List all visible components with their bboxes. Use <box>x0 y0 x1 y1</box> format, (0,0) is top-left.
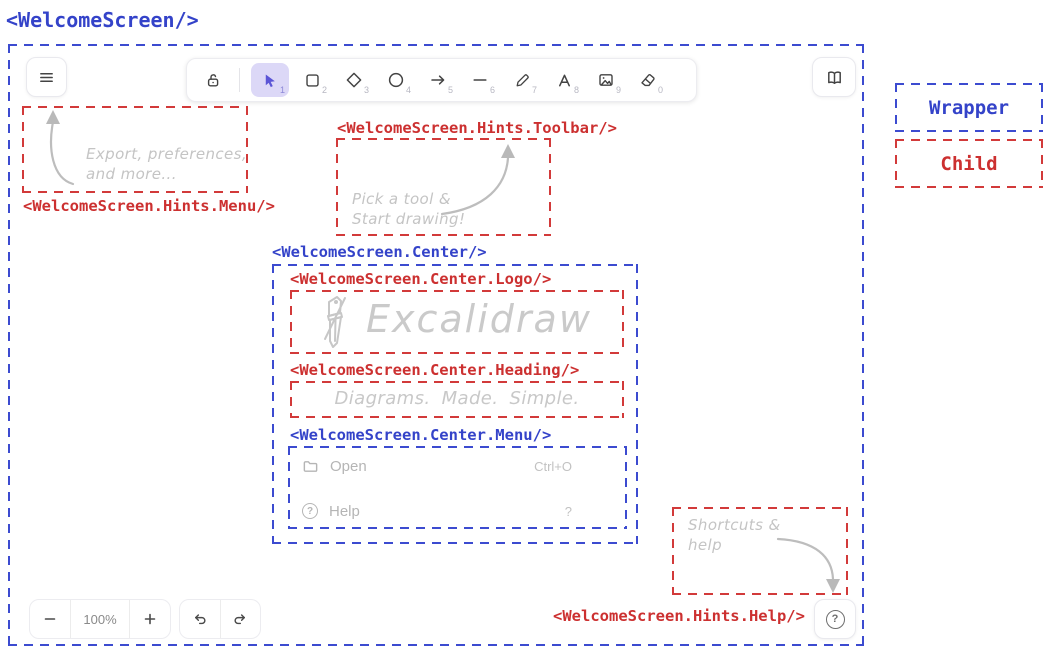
redo-icon <box>232 611 249 628</box>
history-controls <box>179 599 261 639</box>
hint-help-text: Shortcuts & help <box>688 515 781 555</box>
tool-shortcut: 0 <box>658 85 663 95</box>
excalidraw-logo-icon <box>318 293 352 351</box>
zoom-in-button[interactable] <box>130 600 170 638</box>
undo-button[interactable] <box>180 600 220 638</box>
eraser-icon <box>639 71 657 89</box>
center-menu-box: Open Ctrl+O ? Help ? <box>288 446 627 529</box>
tool-shortcut: 1 <box>280 85 285 95</box>
legend-child: Child <box>895 139 1043 188</box>
tool-eraser[interactable]: 0 <box>629 63 667 97</box>
hints-toolbar-label: <WelcomeScreen.Hints.Toolbar/> <box>337 119 617 137</box>
tool-draw[interactable]: 7 <box>503 63 541 97</box>
plus-icon <box>143 612 157 626</box>
tool-image[interactable]: 9 <box>587 63 625 97</box>
center-heading-box: Diagrams. Made. Simple. <box>290 381 624 418</box>
page-title: <WelcomeScreen/> <box>6 8 199 32</box>
tool-arrow[interactable]: 5 <box>419 63 457 97</box>
tool-shortcut: 8 <box>574 85 579 95</box>
hints-help-box: Shortcuts & help <box>672 507 848 595</box>
center-box: <WelcomeScreen.Center.Logo/> Excalidraw … <box>272 264 638 544</box>
hint-arrow-down-icon <box>772 531 844 595</box>
center-menu-label: <WelcomeScreen.Center.Menu/> <box>290 426 551 444</box>
hints-help-label: <WelcomeScreen.Hints.Help/> <box>553 607 805 625</box>
zoom-out-button[interactable] <box>30 600 70 638</box>
legend-wrapper-label: Wrapper <box>929 97 1009 119</box>
tool-shortcut: 4 <box>406 85 411 95</box>
rectangle-icon <box>304 72 321 89</box>
zoom-level[interactable]: 100% <box>71 600 129 638</box>
main-menu-button[interactable] <box>26 57 67 97</box>
hint-toolbar-text: Pick a tool & Start drawing! <box>352 189 465 229</box>
pencil-icon <box>514 72 531 89</box>
tool-rectangle[interactable]: 2 <box>293 63 331 97</box>
help-circle-icon: ? <box>826 610 845 629</box>
arrow-icon <box>429 71 447 89</box>
menu-item-label: Help <box>329 503 360 520</box>
diamond-icon <box>345 71 363 89</box>
undo-icon <box>191 611 208 628</box>
book-icon <box>825 68 844 87</box>
zoom-controls: 100% <box>29 599 171 639</box>
hints-menu-label: <WelcomeScreen.Hints.Menu/> <box>23 197 275 215</box>
selection-cursor-icon <box>262 72 279 89</box>
center-heading-text: Diagrams. Made. Simple. <box>290 389 624 409</box>
hints-toolbar-box: Pick a tool & Start drawing! <box>336 138 551 236</box>
ellipse-icon <box>387 71 405 89</box>
tool-shortcut: 5 <box>448 85 453 95</box>
menu-item-shortcut: Ctrl+O <box>534 459 572 474</box>
tool-shortcut: 2 <box>322 85 327 95</box>
tool-ellipse[interactable]: 4 <box>377 63 415 97</box>
hint-arrow-up-icon <box>30 108 90 192</box>
tool-shortcut: 3 <box>364 85 369 95</box>
menu-item-label: Open <box>330 458 367 475</box>
tool-diamond[interactable]: 3 <box>335 63 373 97</box>
excalidraw-logo-text: Excalidraw <box>366 296 592 342</box>
center-logo-box: Excalidraw <box>290 290 624 354</box>
toolbar-divider <box>239 68 240 92</box>
text-icon <box>556 72 573 89</box>
legend-child-label: Child <box>940 153 997 175</box>
image-icon <box>597 71 615 89</box>
legend-wrapper: Wrapper <box>895 83 1043 132</box>
toolbar: 1 2 3 <box>186 58 697 102</box>
hint-menu-text: Export, preferences, and more... <box>86 144 247 184</box>
tool-shortcut: 9 <box>616 85 621 95</box>
help-button[interactable]: ? <box>814 599 856 639</box>
line-icon <box>471 71 489 89</box>
folder-icon <box>302 458 319 475</box>
minus-icon <box>43 612 57 626</box>
tool-selection[interactable]: 1 <box>251 63 289 97</box>
menu-item-shortcut: ? <box>565 504 572 519</box>
welcome-screen-docs-figure: <WelcomeScreen/> <box>0 0 1053 661</box>
lock-tool-button[interactable] <box>196 63 230 97</box>
tool-text[interactable]: 8 <box>545 63 583 97</box>
tool-shortcut: 6 <box>490 85 495 95</box>
menu-item-help[interactable]: ? Help ? <box>302 500 615 522</box>
hamburger-icon <box>38 69 55 86</box>
center-logo-label: <WelcomeScreen.Center.Logo/> <box>290 270 551 288</box>
tool-shortcut: 7 <box>532 85 537 95</box>
center-label: <WelcomeScreen.Center/> <box>272 243 487 261</box>
help-circle-icon: ? <box>302 503 318 519</box>
menu-item-open[interactable]: Open Ctrl+O <box>302 455 615 477</box>
library-button[interactable] <box>812 57 856 97</box>
unlock-icon <box>204 71 222 89</box>
tool-line[interactable]: 6 <box>461 63 499 97</box>
redo-button[interactable] <box>220 600 260 638</box>
center-heading-label: <WelcomeScreen.Center.Heading/> <box>290 361 579 379</box>
hints-menu-box: Export, preferences, and more... <box>22 106 248 193</box>
